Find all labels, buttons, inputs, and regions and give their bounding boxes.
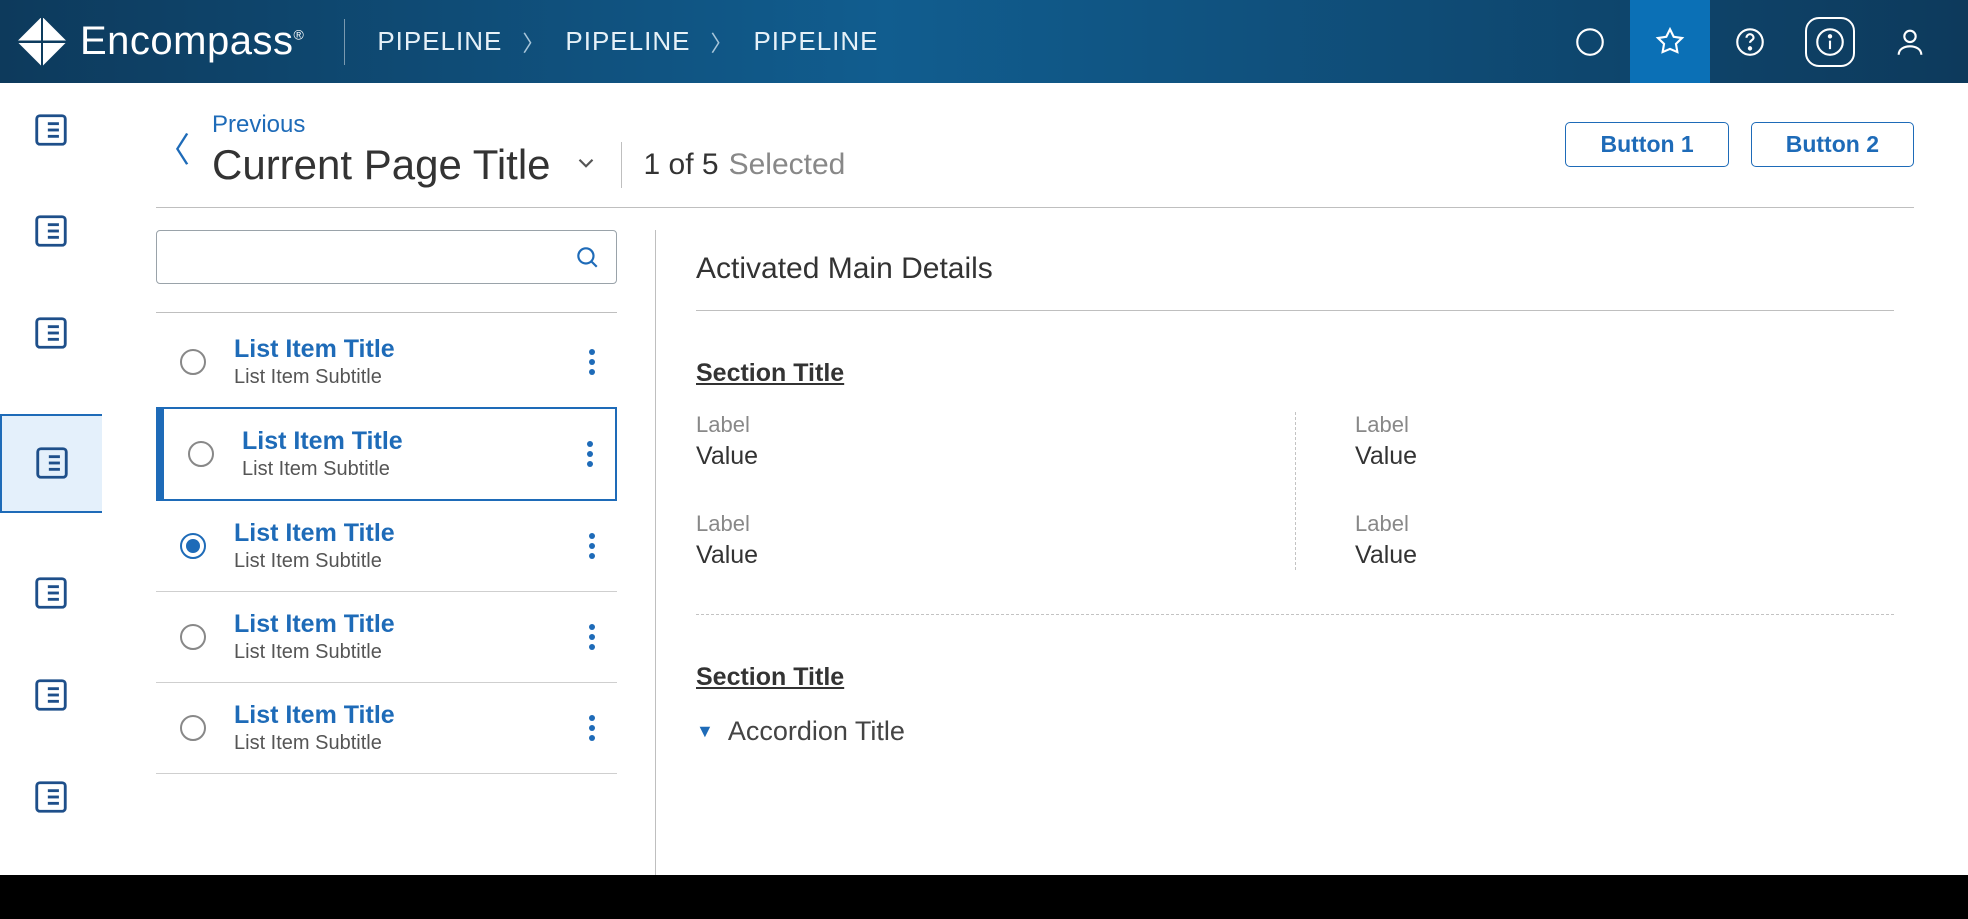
field-value: Value xyxy=(696,442,1275,471)
field-label: Label xyxy=(696,412,1275,438)
field-label: Label xyxy=(1355,412,1894,438)
selection-counter: 1 of 5Selected xyxy=(644,148,846,182)
nav-item-1[interactable] xyxy=(30,109,72,151)
list-item[interactable]: List Item TitleList Item Subtitle xyxy=(156,501,617,592)
list-item-subtitle: List Item Subtitle xyxy=(242,458,551,481)
topbar-actions xyxy=(1550,0,1950,83)
page-header: 〈 Previous Current Page Title 1 of 5Sele… xyxy=(156,111,1914,208)
user-profile-icon[interactable] xyxy=(1870,0,1950,83)
list-item-subtitle: List Item Subtitle xyxy=(234,550,553,573)
list-item[interactable]: List Item TitleList Item Subtitle xyxy=(156,683,617,774)
caret-down-icon: ▼ xyxy=(696,721,714,742)
list-item-title: List Item Title xyxy=(234,610,553,639)
top-bar: Encompass® PIPELINE 〉 PIPELINE 〉 PIPELIN… xyxy=(0,0,1968,83)
page-title: Current Page Title xyxy=(212,141,551,189)
list-item-title: List Item Title xyxy=(234,519,553,548)
field-label: Label xyxy=(1355,511,1894,537)
brand-area[interactable]: Encompass® xyxy=(18,18,304,66)
nav-item-2[interactable] xyxy=(30,211,72,253)
field: Label Value xyxy=(1315,511,1894,570)
list-panel: List Item TitleList Item SubtitleList It… xyxy=(156,230,656,898)
search-field[interactable] xyxy=(156,230,617,284)
field: Label Value xyxy=(696,511,1275,570)
list-item[interactable]: List Item TitleList Item Subtitle xyxy=(156,317,617,408)
favorite-star-icon[interactable] xyxy=(1630,0,1710,83)
bottom-bar xyxy=(0,875,1968,919)
back-chevron-icon[interactable]: 〈 xyxy=(156,123,190,172)
breadcrumb-item[interactable]: PIPELINE xyxy=(753,26,878,57)
list-item-subtitle: List Item Subtitle xyxy=(234,366,553,389)
list-item-title: List Item Title xyxy=(234,701,553,730)
list-item-title: List Item Title xyxy=(242,427,551,456)
accordion-title: Accordion Title xyxy=(728,716,905,747)
nav-item-7[interactable] xyxy=(30,776,72,818)
chevron-right-icon: 〉 xyxy=(522,26,545,58)
status-circle-icon[interactable] xyxy=(1550,0,1630,83)
radio-button[interactable] xyxy=(180,624,206,650)
field: Label Value xyxy=(1315,412,1894,471)
brand-name: Encompass® xyxy=(80,19,304,64)
breadcrumb-item[interactable]: PIPELINE xyxy=(565,26,690,57)
info-icon[interactable] xyxy=(1790,0,1870,83)
list-item[interactable]: List Item TitleList Item Subtitle xyxy=(156,592,617,683)
kebab-menu-icon[interactable] xyxy=(581,620,603,654)
chevron-right-icon: 〉 xyxy=(710,26,733,58)
radio-button[interactable] xyxy=(188,441,214,467)
detail-panel: Activated Main Details Section Title Lab… xyxy=(696,230,1914,898)
kebab-menu-icon[interactable] xyxy=(579,437,601,471)
radio-button[interactable] xyxy=(180,715,206,741)
kebab-menu-icon[interactable] xyxy=(581,711,603,745)
action-button-2[interactable]: Button 2 xyxy=(1751,122,1914,167)
radio-button[interactable] xyxy=(180,349,206,375)
search-icon xyxy=(574,244,600,270)
action-button-1[interactable]: Button 1 xyxy=(1565,122,1728,167)
breadcrumb: PIPELINE 〉 PIPELINE 〉 PIPELINE xyxy=(377,26,878,58)
main-content: 〈 Previous Current Page Title 1 of 5Sele… xyxy=(102,83,1968,919)
title-dropdown-chevron-icon[interactable] xyxy=(573,150,599,181)
radio-button[interactable] xyxy=(180,533,206,559)
field-grid: Label Value Label Value Label Value Labe… xyxy=(696,412,1894,570)
nav-item-5[interactable] xyxy=(30,573,72,615)
list-item-title: List Item Title xyxy=(234,335,553,364)
divider xyxy=(621,142,622,188)
divider xyxy=(344,19,345,65)
field-value: Value xyxy=(1355,442,1894,471)
brand-logo-icon xyxy=(18,18,66,66)
accordion-header[interactable]: ▼ Accordion Title xyxy=(696,716,1894,747)
detail-heading: Activated Main Details xyxy=(696,252,1894,286)
list-item[interactable]: List Item TitleList Item Subtitle xyxy=(156,407,617,501)
left-nav-rail xyxy=(0,83,102,919)
section-title-2: Section Title xyxy=(696,663,1894,692)
nav-item-6[interactable] xyxy=(30,674,72,716)
kebab-menu-icon[interactable] xyxy=(581,529,603,563)
list-item-subtitle: List Item Subtitle xyxy=(234,732,553,755)
list-item-subtitle: List Item Subtitle xyxy=(234,641,553,664)
breadcrumb-item[interactable]: PIPELINE xyxy=(377,26,502,57)
kebab-menu-icon[interactable] xyxy=(581,345,603,379)
help-icon[interactable] xyxy=(1710,0,1790,83)
previous-link[interactable]: Previous xyxy=(212,111,845,139)
field-label: Label xyxy=(696,511,1275,537)
nav-item-4-selected[interactable] xyxy=(0,414,102,513)
field-value: Value xyxy=(1355,541,1894,570)
field-value: Value xyxy=(696,541,1275,570)
section-title-1: Section Title xyxy=(696,359,1894,388)
search-input[interactable] xyxy=(173,244,574,270)
nav-item-3[interactable] xyxy=(30,312,72,354)
field: Label Value xyxy=(696,412,1275,471)
